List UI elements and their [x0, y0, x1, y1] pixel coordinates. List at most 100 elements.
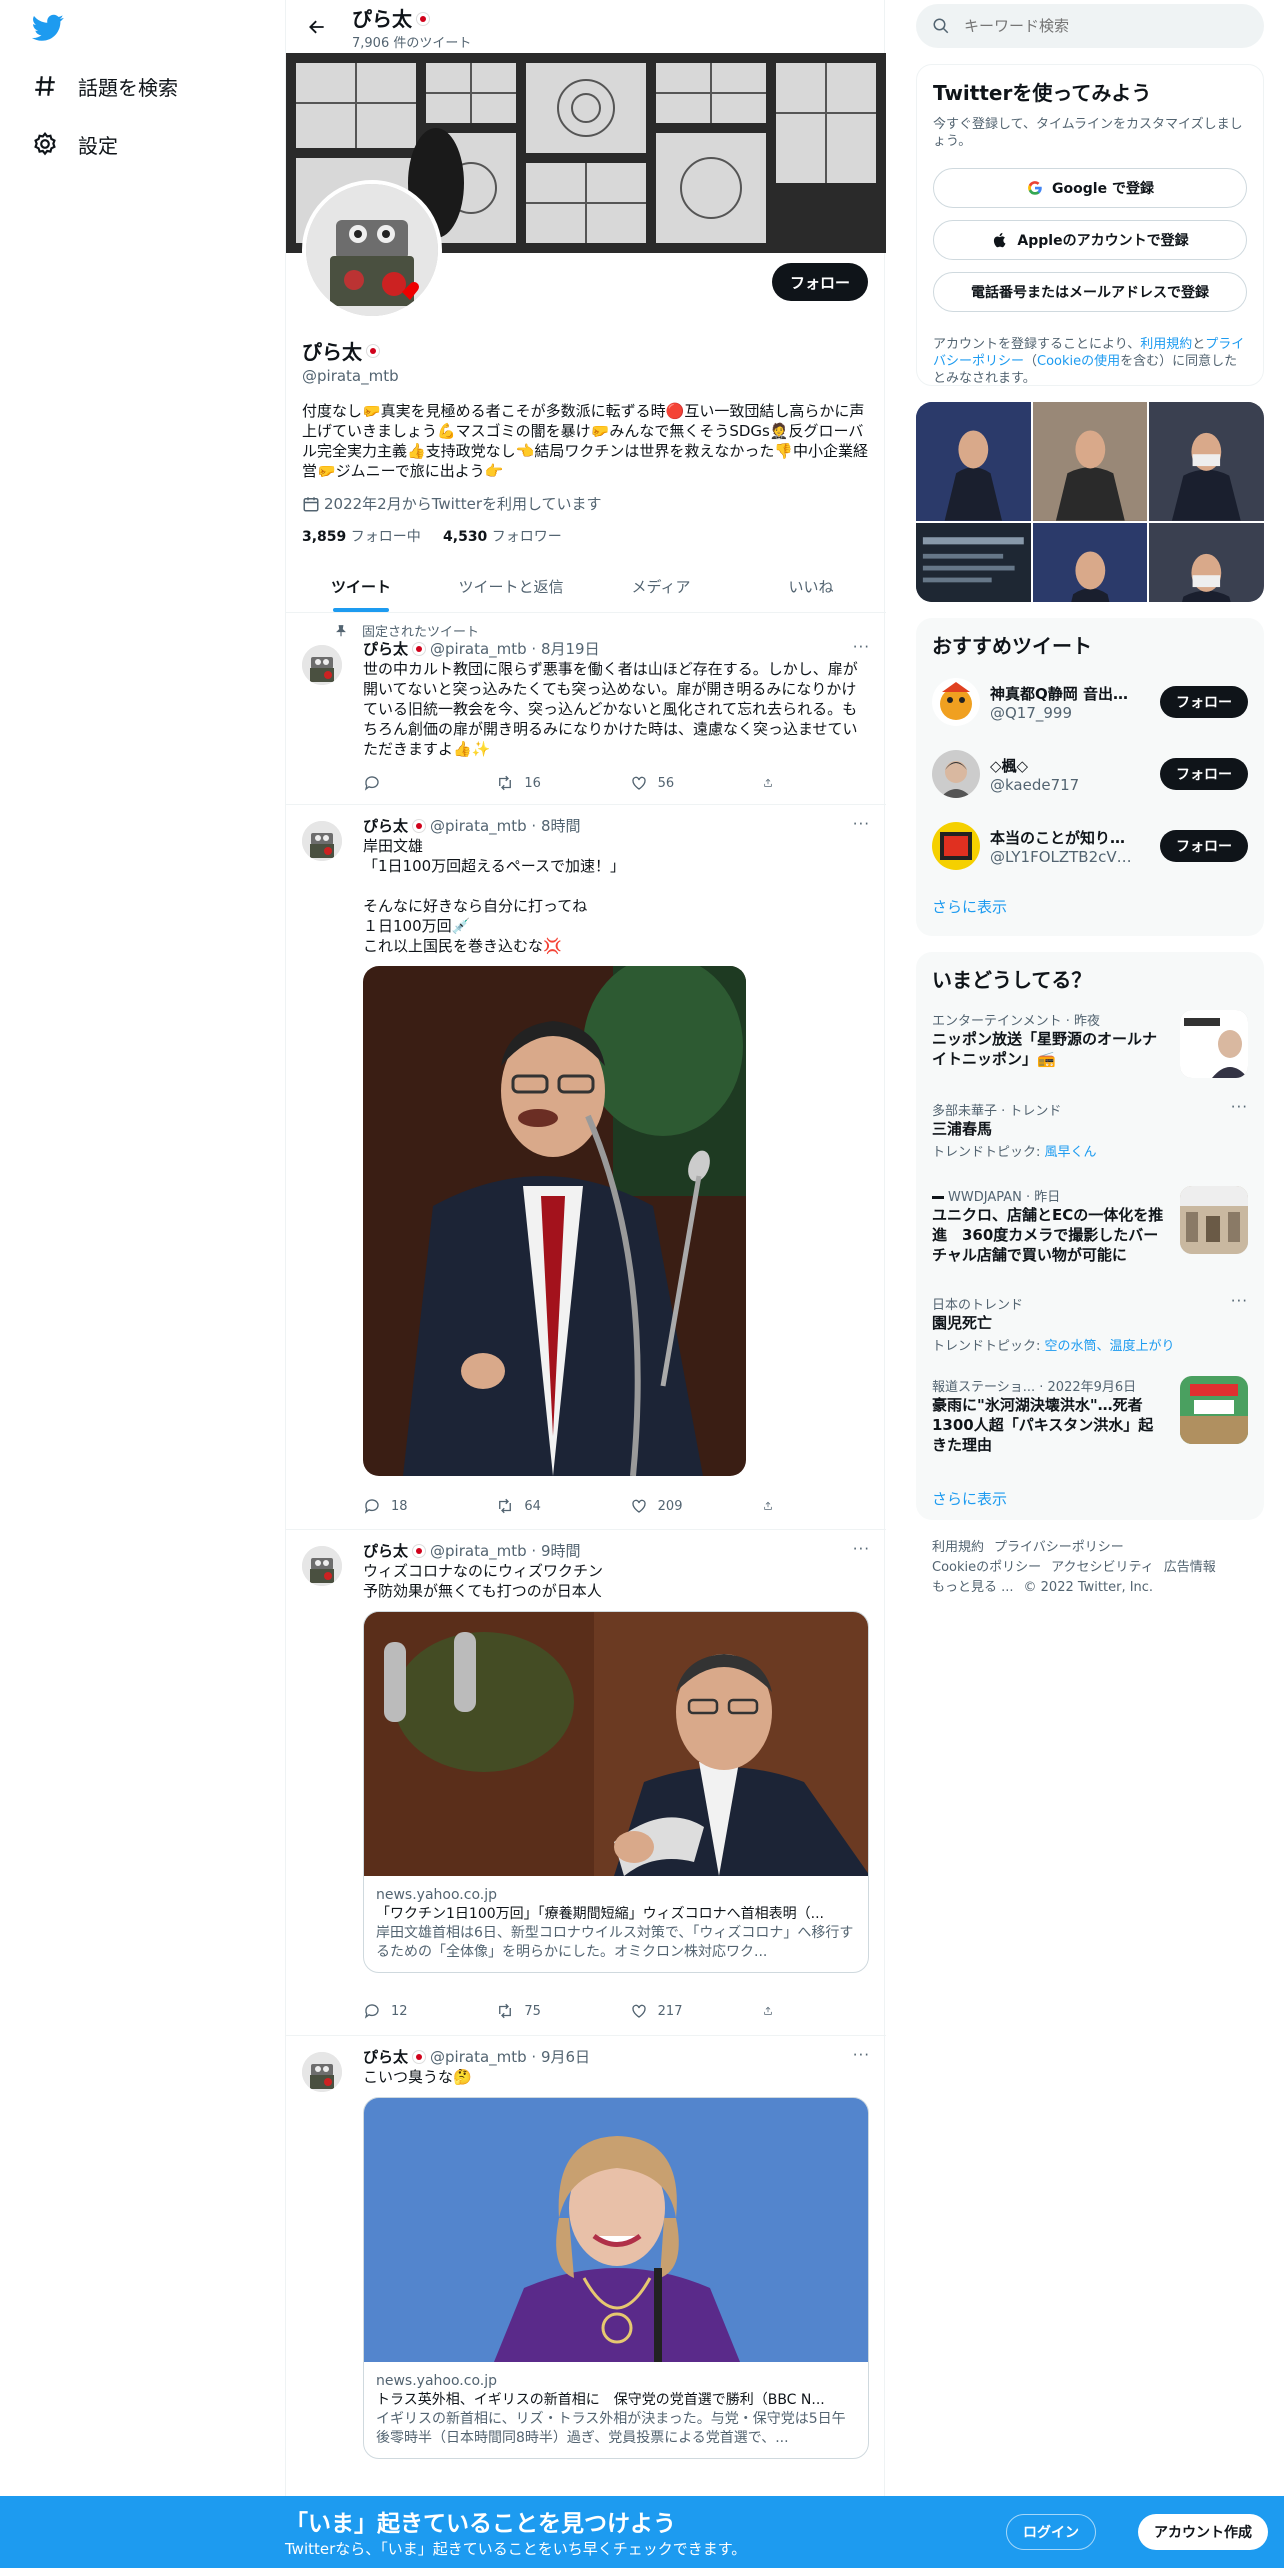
nav-explore[interactable]: 話題を検索 [32, 66, 178, 106]
profile-topbar: ぴら太 7,906 件のツイート [286, 0, 884, 53]
footer-terms-link[interactable]: 利用規約 [932, 1540, 984, 1555]
share-button[interactable] [763, 2002, 783, 2020]
apple-signup-button[interactable]: Appleのアカウントで登録 [933, 220, 1247, 260]
footer-cookie-link[interactable]: Cookieのポリシー [932, 1560, 1041, 1575]
tab-media[interactable]: メディア [586, 560, 736, 612]
trend-item[interactable]: エンターテインメント · 昨夜 ニッポン放送「星野源のオールナイトニッポン」📻 [932, 1010, 1248, 1078]
profile-tabs: ツイート ツイートと返信 メディア いいね [286, 560, 886, 613]
tweet-author-name[interactable]: ぴら太 [363, 815, 408, 836]
nav-settings[interactable]: 設定 [32, 124, 118, 164]
link-card-meta: news.yahoo.co.jp トラス英外相、イギリスの新首相に 保守党の党首… [364, 2362, 868, 2458]
tweet-author-name[interactable]: ぴら太 [363, 638, 408, 659]
trend-item[interactable]: 多部未華子 · トレンド 三浦春馬 トレンドトピック: 風早くん ··· [932, 1098, 1248, 1160]
tab-tweets[interactable]: ツイート [286, 560, 436, 612]
recommended-user[interactable]: ◇楓◇ @kaede717 フォロー [932, 748, 1248, 800]
share-icon [764, 2006, 772, 2015]
follow-button[interactable]: フォロー [1160, 830, 1248, 862]
tweet-meta[interactable]: @pirata_mtb · 9時間 [430, 1540, 580, 1561]
trend-topic-link[interactable]: 風早くん [1045, 1145, 1097, 1160]
media-thumbnail[interactable] [1032, 522, 1148, 602]
avatar[interactable] [302, 645, 342, 685]
avatar[interactable] [932, 750, 980, 798]
recommended-user[interactable]: 神真都Q静岡 音出し隊 @Q17_999 フォロー [932, 676, 1248, 728]
like-button[interactable]: 209 [630, 1497, 740, 1515]
trend-item[interactable]: 日本のトレンド 園児死亡 トレンドトピック: 空の水筒、温度上がり ··· [932, 1292, 1248, 1354]
like-count: 56 [657, 775, 675, 791]
avatar[interactable] [302, 2052, 342, 2092]
more-options-icon[interactable]: ··· [853, 1540, 870, 1558]
tweet[interactable]: 固定されたツイート ぴら太 @pirata_mtb · 8月19日 ··· 世の… [286, 613, 886, 805]
retweet-button[interactable]: 75 [496, 2002, 606, 2020]
trend-topic-link[interactable]: 空の水筒、温度上がり [1045, 1339, 1175, 1354]
avatar[interactable] [932, 822, 980, 870]
share-button[interactable] [763, 1497, 783, 1515]
reply-button[interactable] [363, 774, 473, 792]
avatar[interactable] [932, 678, 980, 726]
more-options-icon[interactable]: ··· [1231, 1098, 1248, 1116]
share-button[interactable] [763, 774, 783, 792]
reply-button[interactable]: 18 [363, 1497, 473, 1515]
footer-accessibility-link[interactable]: アクセシビリティ [1051, 1560, 1154, 1575]
tweet-header: ぴら太 @pirata_mtb · 9月6日 [363, 2046, 870, 2067]
tweet-photo[interactable] [363, 966, 746, 1476]
media-thumbnail[interactable] [1149, 522, 1264, 602]
tab-likes[interactable]: いいね [736, 560, 886, 612]
more-options-icon[interactable]: ··· [1231, 1292, 1248, 1310]
back-arrow-icon[interactable] [302, 12, 332, 42]
tab-tweets-and-replies[interactable]: ツイートと返信 [436, 560, 586, 612]
follow-button[interactable]: フォロー [1160, 686, 1248, 718]
search-input[interactable] [964, 17, 1244, 35]
like-button[interactable]: 217 [630, 2002, 740, 2020]
show-more-link[interactable]: さらに表示 [932, 896, 1007, 917]
link-card[interactable]: news.yahoo.co.jp トラス英外相、イギリスの新首相に 保守党の党首… [363, 2097, 869, 2459]
retweet-button[interactable]: 64 [496, 1497, 606, 1515]
footer-ads-link[interactable]: 広告情報 [1164, 1560, 1216, 1575]
tweet-meta[interactable]: @pirata_mtb · 9月6日 [430, 2046, 590, 2067]
recommended-user[interactable]: 本当のことが知りた... @LY1FOLZTB2cVC... フォロー [932, 820, 1248, 872]
tweet-author-name[interactable]: ぴら太 [363, 2046, 408, 2067]
footer-more-link[interactable]: もっと見る ... [932, 1580, 1014, 1595]
login-button[interactable]: ログイン [1006, 2514, 1096, 2550]
tweet-text: 岸田文雄 「1日100万回超えるペースで加速！」 そんなに好きなら自分に打ってね… [363, 837, 625, 955]
japan-flag-icon [416, 11, 430, 26]
apple-signup-label: Appleのアカウントで登録 [1017, 233, 1189, 249]
reply-button[interactable]: 12 [363, 2002, 473, 2020]
tweet[interactable]: ぴら太 @pirata_mtb · 9時間 ··· ウィズコロナなのにウィズワク… [286, 1530, 886, 2036]
retweet-button[interactable]: 16 [496, 774, 606, 792]
follow-button[interactable]: フォロー [771, 263, 868, 301]
phone-email-signup-button[interactable]: 電話番号またはメールアドレスで登録 [933, 272, 1247, 312]
tweet[interactable]: ぴら太 @pirata_mtb · 8時間 ··· 岸田文雄 「1日100万回超… [286, 805, 886, 1530]
cookie-link[interactable]: Cookieの使用 [1037, 354, 1120, 369]
terms-link[interactable]: 利用規約 [1140, 337, 1192, 352]
trend-item[interactable]: 報道ステーショ... · 2022年9月6日 豪雨に"氷河湖決壊洪水"…死者13… [932, 1376, 1248, 1455]
following-link[interactable]: 3,859 フォロー中 [302, 529, 421, 545]
media-thumbnail[interactable] [916, 522, 1031, 602]
more-options-icon[interactable]: ··· [853, 2046, 870, 2064]
media-thumbnail[interactable] [1032, 402, 1148, 521]
twitter-logo-icon[interactable] [32, 14, 64, 42]
tweet-author-name[interactable]: ぴら太 [363, 1540, 408, 1561]
media-thumbnail[interactable] [1149, 402, 1264, 521]
footer-privacy-link[interactable]: プライバシーポリシー [994, 1540, 1124, 1555]
google-signup-button[interactable]: Google で登録 [933, 168, 1247, 208]
avatar[interactable] [302, 1546, 342, 1586]
create-account-button[interactable]: アカウント作成 [1138, 2514, 1268, 2550]
avatar[interactable] [302, 821, 342, 861]
media-thumbnail[interactable] [916, 402, 1031, 521]
more-options-icon[interactable]: ··· [853, 815, 870, 833]
recommended-panel: おすすめツイート 神真都Q静岡 音出し隊 @Q17_999 フォロー ◇楓◇ @ka… [916, 618, 1264, 936]
tweet-meta[interactable]: @pirata_mtb · 8時間 [430, 815, 580, 836]
like-button[interactable]: 56 [630, 774, 740, 792]
trend-thumbnail [1180, 1010, 1248, 1078]
link-card[interactable]: news.yahoo.co.jp 「ワクチン1日100万回」「療養期間短縮」ウィ… [363, 1611, 869, 1973]
profile-avatar[interactable] [302, 180, 442, 320]
follow-button[interactable]: フォロー [1160, 758, 1248, 790]
followers-link[interactable]: 4,530 フォロワー [443, 529, 562, 545]
search-box[interactable] [916, 4, 1264, 48]
tweet[interactable]: ぴら太 @pirata_mtb · 9月6日 ··· こいつ臭うな🤔 news.… [286, 2036, 886, 2568]
more-options-icon[interactable]: ··· [853, 638, 870, 656]
heart-icon [631, 2004, 646, 2018]
show-more-link[interactable]: さらに表示 [932, 1488, 1007, 1509]
trend-item[interactable]: WWDJAPAN · 昨日 ユニクロ、店舗とECの一体化を推進 360度カメラで… [932, 1186, 1248, 1265]
tweet-meta[interactable]: @pirata_mtb · 8月19日 [430, 638, 600, 659]
